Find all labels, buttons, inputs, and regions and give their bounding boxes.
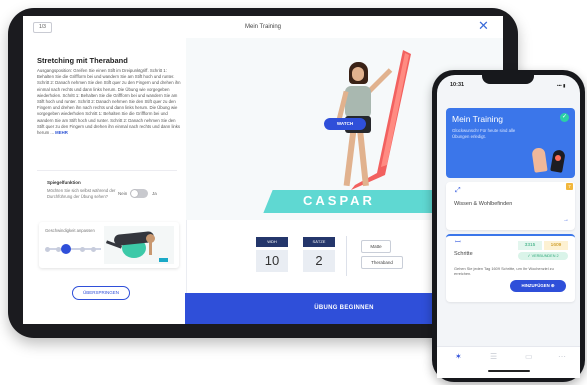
mirror-yes-label: Ja [152,191,157,196]
connected-label: VERBUNDEN [531,254,556,258]
steps-title: Schritte [454,251,473,257]
exercise-title: Stretching mit Theraband [37,56,128,65]
close-icon[interactable]: ✕ [478,18,489,34]
add-steps-button[interactable]: HINZUFÜGEN ⊕ [510,280,566,292]
mirror-description: Möchten Sie sich selbst während der Durc… [47,188,116,199]
paw-pad [555,155,561,161]
steps-icon: ꟷ [455,239,461,246]
divider [37,170,177,171]
speed-step[interactable] [80,246,85,252]
person-torso [345,86,371,118]
speed-step[interactable] [91,246,96,252]
phone-notch [482,75,534,84]
more-link[interactable]: MEHR [55,130,68,135]
training-subtitle: Glückwunsch! Für heute sind alle Übungen… [452,128,516,139]
exercise-description: Ausgangsposition: Greifen Sie einen Stif… [37,68,183,136]
speed-title: Geschwindigkeit anpassen [45,228,95,233]
status-time: 10:31 [450,82,465,88]
training-title: Mein Training [452,114,504,124]
wellbeing-badge: 7 [566,183,573,190]
check-icon: ✓ [560,113,569,122]
tab-chat-icon[interactable]: ▭ [525,352,533,361]
mirror-title: Spiegelfunktion [47,180,81,185]
thumbnail-mat [159,258,168,262]
speed-slider-knob[interactable] [61,244,71,254]
reps-value: 10 [256,250,288,272]
tab-more-icon[interactable]: ⋯ [558,352,566,361]
sets-label: SÄTZE [303,237,335,247]
add-steps-label: HINZUFÜGEN [521,283,550,288]
watch-button[interactable]: WATCH [324,118,366,130]
steps-description: Gehen Sie jeden Tag 1609 Schritte, um Ih… [454,266,554,276]
wellbeing-title: Wissen & Wohlbefinden [454,201,513,207]
arrow-right-icon[interactable]: → [563,217,569,223]
skip-button[interactable]: ÜBERSPRINGEN [72,286,130,300]
connected-count: 2 [556,254,559,258]
equipment-chip: Theraband [361,256,403,269]
tab-bar [437,346,580,378]
window-title: Mein Training [244,24,282,30]
divider [346,236,347,276]
status-icons: ••• ▮ [557,83,566,88]
title-bar: 1/3 Mein Training ✕ [23,16,503,39]
sets-value: 2 [303,250,335,272]
wellbeing-icon: ⤢ [455,187,461,194]
connected-badge: ✓ VERBUNDEN 2 [518,252,568,260]
exercise-description-text: Ausgangsposition: Greifen Sie einen Stif… [37,68,181,136]
steps-current: 3315 [518,241,542,250]
tab-list-icon[interactable]: ☰ [490,352,497,361]
mirror-toggle-knob [131,190,138,197]
steps-goal: 1609 [544,241,568,250]
speed-step[interactable] [45,246,50,252]
mirror-no-label: Nein [118,191,128,196]
equipment-chip: Matte [361,240,391,253]
mat-logo: CASPAR [303,193,375,208]
home-indicator [488,370,530,372]
reps-label: WDH [256,237,288,247]
thumbnail-arm [149,242,152,255]
tab-exercise-icon[interactable]: ✶ [455,352,462,361]
person-face [352,67,364,81]
